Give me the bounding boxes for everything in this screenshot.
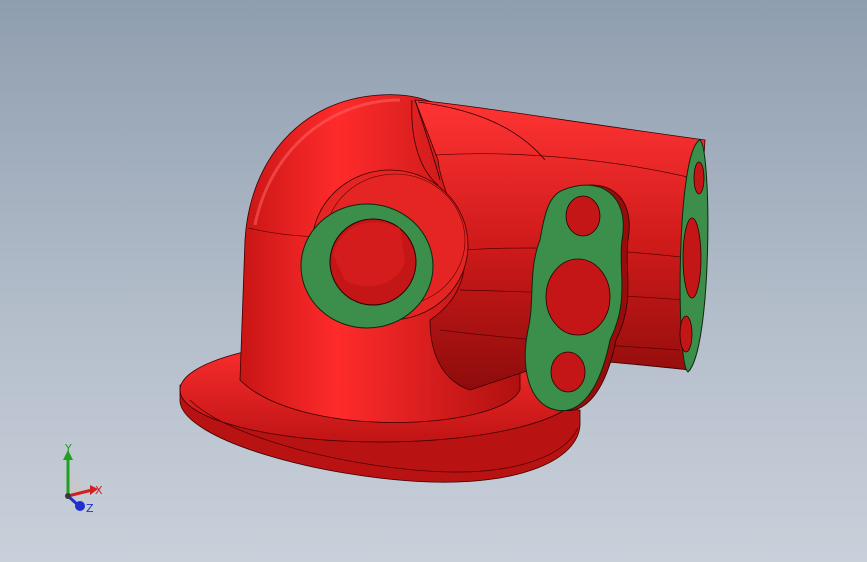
graphics-viewport[interactable]: Y X Z xyxy=(0,0,867,562)
coordinate-triad: Y X Z xyxy=(40,440,110,524)
z-axis-label: Z xyxy=(86,502,94,515)
3d-model[interactable] xyxy=(0,0,867,562)
round-port-face[interactable] xyxy=(300,203,434,329)
x-axis-label: X xyxy=(95,484,103,497)
y-axis-label: Y xyxy=(64,442,72,455)
